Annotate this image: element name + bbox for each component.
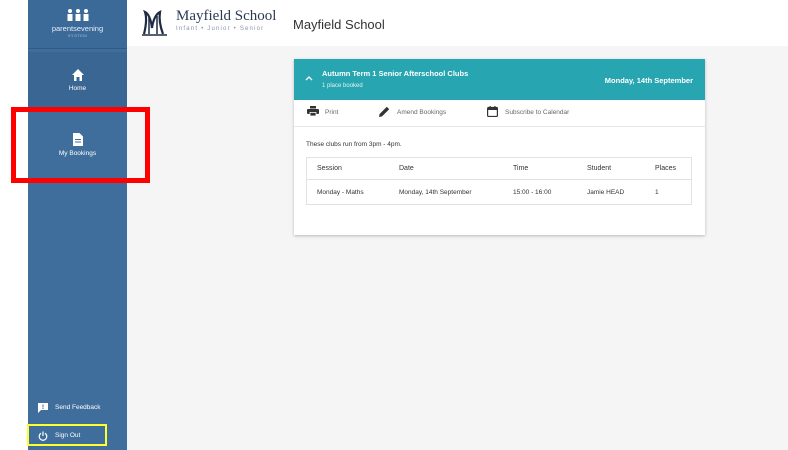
school-crest-icon: [142, 9, 167, 36]
column-header-places: Places: [645, 157, 692, 180]
booking-card-header[interactable]: Autumn Term 1 Senior Afterschool Clubs 1…: [294, 59, 705, 100]
annotation-yellow-box: [27, 424, 107, 446]
amend-bookings-label: Amend Bookings: [397, 109, 447, 116]
table-header-row: Session Date Time Student Places: [306, 157, 692, 180]
calendar-icon: [487, 106, 498, 117]
school-tagline: Infant • Junior • Senior: [176, 26, 265, 32]
send-feedback-button[interactable]: Send Feedback: [28, 397, 127, 419]
feedback-icon: [38, 403, 48, 413]
page-title: Mayfield School: [293, 17, 385, 32]
column-header-session: Session: [306, 157, 389, 180]
booking-card: Autumn Term 1 Senior Afterschool Clubs 1…: [294, 59, 705, 235]
cell-date: Monday, 14th September: [399, 188, 472, 196]
bookings-table: Session Date Time Student Places Monday …: [306, 157, 692, 205]
printer-icon: [307, 106, 319, 116]
cell-session: Monday - Maths: [317, 188, 364, 196]
sidebar: parentsevening SYSTEM Home My Bookings S…: [28, 0, 127, 450]
chevron-up-icon: [305, 76, 313, 81]
booking-date: Monday, 14th September: [604, 76, 693, 85]
subscribe-calendar-label: Subscribe to Calendar: [505, 109, 570, 116]
cell-time: 15:00 - 16:00: [513, 188, 552, 196]
booking-places: 1 place booked: [322, 83, 363, 89]
booking-title: Autumn Term 1 Senior Afterschool Clubs: [322, 69, 469, 78]
pencil-icon: [379, 106, 390, 117]
cell-places: 1: [655, 188, 659, 196]
home-icon: [71, 69, 84, 81]
sidebar-item-label: Home: [68, 85, 87, 92]
print-label: Print: [325, 109, 339, 116]
column-header-student: Student: [577, 157, 645, 180]
annotation-red-box: [11, 107, 150, 183]
brand-sub: SYSTEM: [67, 33, 88, 38]
booking-actions: Print Amend Bookings Subscribe to Calend…: [294, 100, 705, 127]
table-row: Monday - Maths Monday, 14th September 15…: [307, 180, 692, 205]
people-group-icon: [67, 9, 89, 21]
cell-student: Jamie HEAD: [587, 188, 625, 196]
main-content: Autumn Term 1 Senior Afterschool Clubs 1…: [127, 46, 788, 450]
clubs-intro-text: These clubs run from 3pm - 4pm.: [306, 141, 402, 148]
top-header: Mayfield School Infant • Junior • Senior…: [127, 0, 788, 47]
column-header-time: Time: [503, 157, 577, 180]
sidebar-item-home[interactable]: Home: [28, 52, 127, 112]
brand-name: parentsevening: [51, 24, 104, 33]
column-header-date: Date: [389, 157, 503, 180]
brand-logo[interactable]: parentsevening SYSTEM: [28, 0, 127, 49]
school-name: Mayfield School: [176, 8, 277, 24]
send-feedback-label: Send Feedback: [55, 404, 101, 411]
